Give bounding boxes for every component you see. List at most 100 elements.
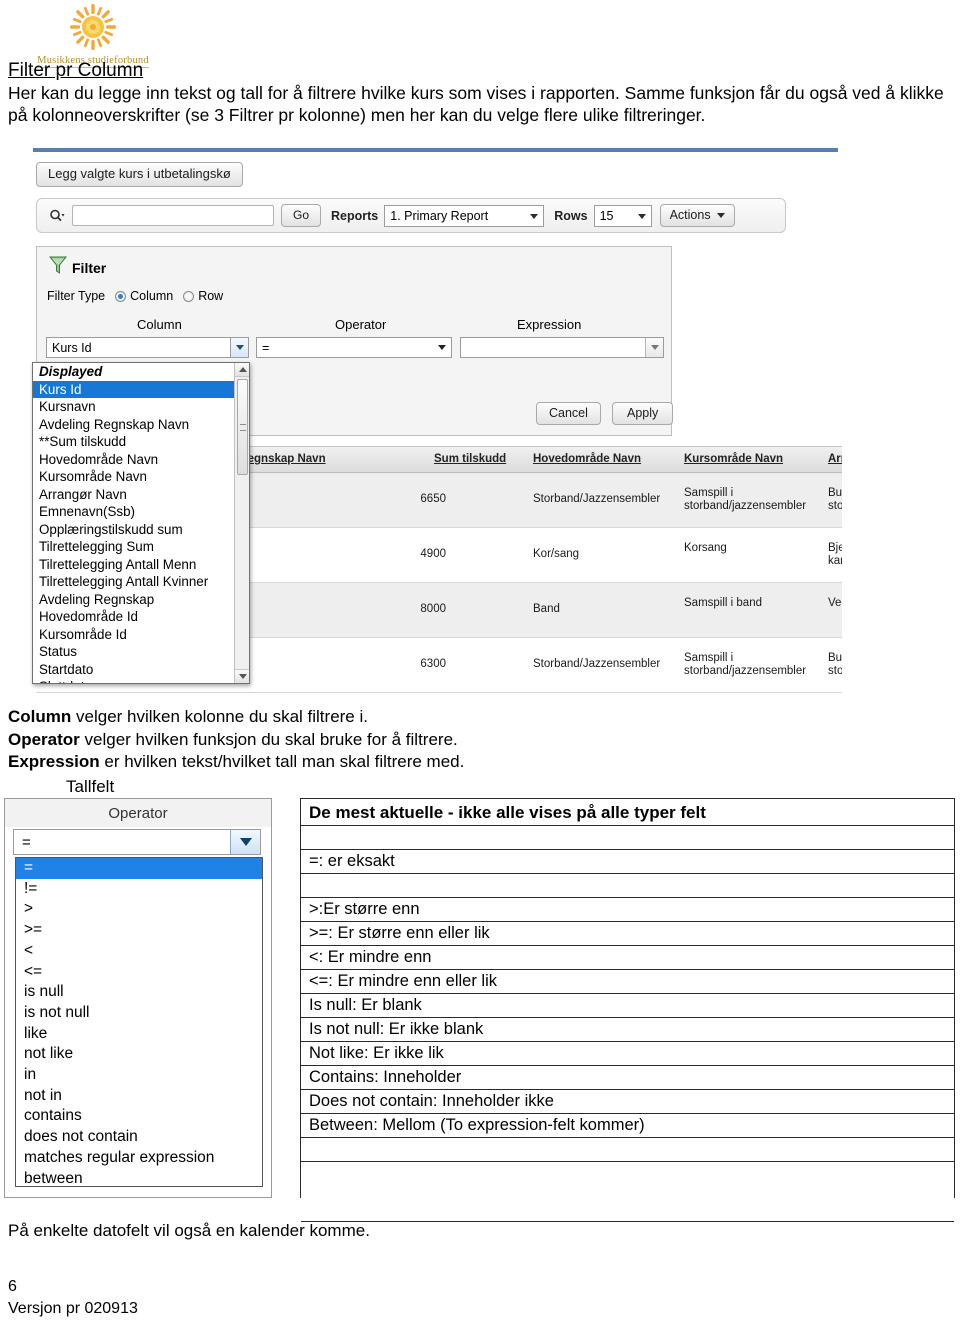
rows-label: Rows xyxy=(554,208,588,223)
chevron-down-icon xyxy=(530,213,539,219)
column-select-value: Kurs Id xyxy=(52,340,92,355)
radio-column-label[interactable]: Column xyxy=(130,289,173,303)
label-expression: Expression xyxy=(517,317,582,332)
explain-column-term: Column xyxy=(8,707,72,726)
operator-select-field[interactable]: = xyxy=(13,829,261,855)
table-row: Is not null: Er ikke blank xyxy=(301,1018,954,1042)
footer-note: På enkelte datofelt vil også en kalender… xyxy=(8,1221,370,1240)
reports-label: Reports xyxy=(331,208,379,223)
cell-sum: 6300 xyxy=(420,658,446,670)
operator-item[interactable]: < xyxy=(16,941,262,962)
label-operator: Operator xyxy=(335,317,387,332)
table-row: <=: Er mindre enn eller lik xyxy=(301,970,954,994)
explain-operator-desc: velger hvilken funksjon du skal bruke fo… xyxy=(79,729,458,749)
radio-column[interactable] xyxy=(115,290,127,302)
cell-hovedomrade: Band xyxy=(533,603,560,615)
table-row: Between: Mellom (To expression-felt komm… xyxy=(301,1114,954,1138)
sun-icon xyxy=(70,4,116,50)
operator-item[interactable]: is not null xyxy=(16,1003,262,1024)
chevron-down-icon xyxy=(716,213,725,219)
dropdown-scrollbar[interactable] xyxy=(234,363,249,683)
legg-valgte-kurs-button[interactable]: Legg valgte kurs i utbetalingskø xyxy=(36,162,243,187)
cancel-button[interactable]: Cancel xyxy=(536,402,601,425)
column-header-kursomrade[interactable]: Kursområde Navn xyxy=(684,453,783,465)
chevron-down-icon[interactable] xyxy=(645,338,663,357)
dropdown-item[interactable]: Avdeling Regnskap Navn xyxy=(33,416,249,434)
dropdown-item[interactable]: Tilrettelegging Antall Kvinner xyxy=(33,573,249,591)
scrollbar-thumb[interactable] xyxy=(237,379,248,475)
radio-row[interactable] xyxy=(183,290,195,302)
column-header-hovedomrade[interactable]: Hovedområde Navn xyxy=(533,453,641,465)
page-title: Filter pr Column xyxy=(8,60,144,81)
dropdown-item[interactable]: Hovedområde Id xyxy=(33,608,249,626)
filter-title: Filter xyxy=(72,259,107,276)
operator-item[interactable]: matches regular expression xyxy=(16,1148,262,1169)
dropdown-item[interactable]: Avdeling Regnskap xyxy=(33,591,249,609)
dropdown-item[interactable]: **Sum tilskudd xyxy=(33,433,249,451)
table-header: De mest aktuelle - ikke alle vises på al… xyxy=(301,799,954,826)
operator-dropdown-list[interactable]: = != > >= < <= is null is not null like … xyxy=(15,857,263,1187)
operator-item[interactable]: is null xyxy=(16,982,262,1003)
dropdown-item[interactable]: Kurs Id xyxy=(33,380,249,398)
scroll-up-icon[interactable] xyxy=(235,363,249,377)
operator-select[interactable]: = xyxy=(256,337,452,358)
report-select-value: 1. Primary Report xyxy=(390,208,489,223)
operator-select-value: = xyxy=(262,340,270,355)
operator-item[interactable]: in xyxy=(16,1065,262,1086)
operator-item[interactable]: contains xyxy=(16,1106,262,1127)
dropdown-item[interactable]: Tilrettelegging Antall Menn xyxy=(33,556,249,574)
dropdown-item[interactable]: Sluttdato xyxy=(33,678,249,683)
operator-item[interactable]: does not contain xyxy=(16,1127,262,1148)
expression-input[interactable] xyxy=(460,337,664,358)
search-input[interactable] xyxy=(72,205,274,226)
dropdown-item[interactable]: Tilrettelegging Sum xyxy=(33,538,249,556)
table-row: <: Er mindre enn xyxy=(301,946,954,970)
chevron-down-icon xyxy=(637,213,646,219)
operator-item[interactable]: <= xyxy=(16,962,262,983)
operator-item[interactable]: like xyxy=(16,1024,262,1045)
intro-paragraph: Her kan du legge inn tekst og tall for å… xyxy=(8,83,944,125)
report-select[interactable]: 1. Primary Report xyxy=(384,204,545,227)
radio-row-label[interactable]: Row xyxy=(198,289,223,303)
dropdown-item[interactable]: Hovedområde Navn xyxy=(33,451,249,469)
operator-item[interactable]: != xyxy=(16,879,262,900)
chevron-down-icon[interactable] xyxy=(438,345,446,350)
dropdown-item[interactable]: Startdato xyxy=(33,661,249,679)
dropdown-item[interactable]: Arrangør Navn xyxy=(33,486,249,504)
operator-item[interactable]: not in xyxy=(16,1086,262,1107)
actions-button[interactable]: Actions xyxy=(659,204,735,227)
chevron-down-icon[interactable] xyxy=(230,830,260,854)
operator-dropdown-items: = != > >= < <= is null is not null like … xyxy=(16,858,262,1186)
column-header-sum[interactable]: Sum tilskudd xyxy=(434,453,506,465)
apply-button[interactable]: Apply xyxy=(612,402,674,425)
operator-item[interactable]: between xyxy=(16,1169,262,1186)
dropdown-item[interactable]: Emnenavn(Ssb) xyxy=(33,503,249,521)
scroll-down-icon[interactable] xyxy=(235,669,249,683)
rows-select[interactable]: 15 xyxy=(593,204,652,227)
explain-line-operator: Operator velger hvilken funksjon du skal… xyxy=(8,729,708,752)
search-icon[interactable] xyxy=(44,209,70,223)
table-row xyxy=(301,826,954,850)
chevron-down-icon[interactable] xyxy=(230,338,248,357)
tallfelt-label: Tallfelt xyxy=(66,777,115,796)
column-dropdown-list[interactable]: Displayed Kurs Id Kursnavn Avdeling Regn… xyxy=(32,362,250,684)
explanation-text: Column velger hvilken kolonne du skal fi… xyxy=(8,706,708,774)
dropdown-item[interactable]: Status xyxy=(33,643,249,661)
table-row: >=: Er større enn eller lik xyxy=(301,922,954,946)
table-row: >:Er større enn xyxy=(301,898,954,922)
table-row xyxy=(301,874,954,898)
dropdown-item[interactable]: Kursområde Navn xyxy=(33,468,249,486)
column-select[interactable]: Kurs Id xyxy=(46,337,249,358)
operator-item[interactable]: > xyxy=(16,899,262,920)
operator-item[interactable]: not like xyxy=(16,1044,262,1065)
dropdown-item[interactable]: Kursnavn xyxy=(33,398,249,416)
operator-item[interactable]: >= xyxy=(16,920,262,941)
cell-arrangor: Bjergste kamme xyxy=(828,542,842,567)
operator-item[interactable]: = xyxy=(16,858,262,879)
cell-arrangor: Buskeru storban xyxy=(828,487,842,512)
column-header-arrangor[interactable]: Arrangø xyxy=(828,453,842,465)
report-search-toolbar: Go Reports 1. Primary Report Rows 15 Act… xyxy=(36,198,786,233)
dropdown-item[interactable]: Opplæringstilskudd sum xyxy=(33,521,249,539)
dropdown-item[interactable]: Kursområde Id xyxy=(33,626,249,644)
go-button[interactable]: Go xyxy=(281,204,322,227)
